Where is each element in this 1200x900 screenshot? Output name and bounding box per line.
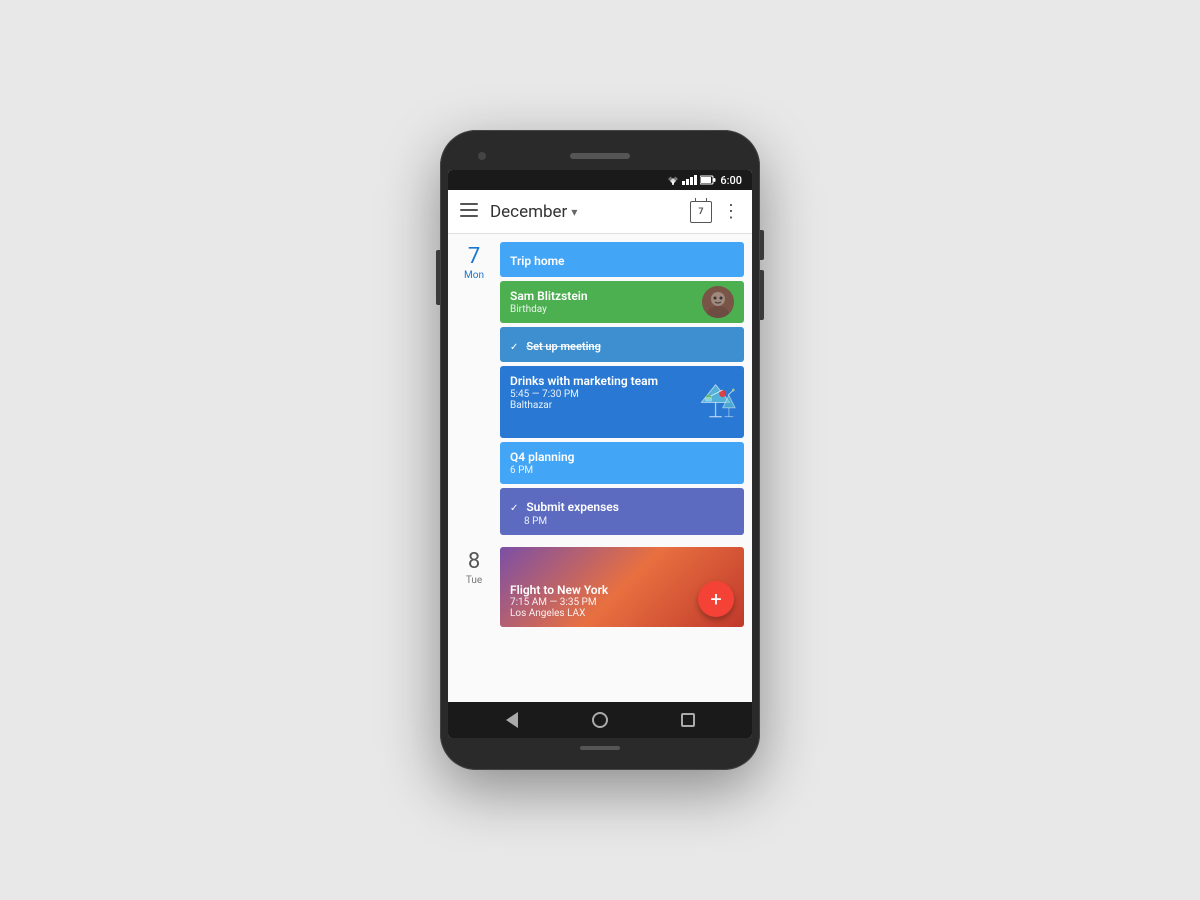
flight-time: 7:15 AM — 3:35 PM — [510, 597, 608, 608]
volume-up-button[interactable] — [760, 230, 764, 260]
event-title: Sam Blitzstein — [510, 289, 694, 303]
event-title: Trip home — [510, 254, 565, 268]
day-7-section: 7 Mon Trip home Sam Blitzstein Birthday — [448, 234, 752, 539]
event-time: 8 PM — [524, 516, 734, 527]
day-8-name: Tue — [466, 575, 482, 586]
phone-bottom-bar — [448, 738, 752, 758]
signal-icon — [682, 175, 697, 185]
wifi-icon — [667, 175, 679, 185]
flight-location: Los Angeles LAX — [510, 608, 608, 619]
hamburger-menu-icon[interactable] — [460, 202, 478, 221]
volume-down-button[interactable] — [760, 270, 764, 320]
event-trip-home[interactable]: Trip home — [500, 242, 744, 277]
month-dropdown-arrow: ▾ — [571, 205, 577, 219]
day-7-number: 7 — [468, 246, 480, 268]
header-icons: 7 ⋮ — [690, 201, 740, 223]
event-time: 6 PM — [510, 465, 734, 476]
more-options-button[interactable]: ⋮ — [722, 201, 740, 222]
event-title: Q4 planning — [510, 450, 734, 464]
bottom-navigation — [448, 702, 752, 738]
flight-card-content: Flight to New York 7:15 AM — 3:35 PM Los… — [500, 575, 618, 627]
user-avatar — [702, 286, 734, 318]
event-set-up-meeting[interactable]: ✓ Set up meeting — [500, 327, 744, 362]
day-8-section: 8 Tue Flight to New York 7:15 AM — 3:35 … — [448, 539, 752, 627]
home-icon — [592, 712, 608, 728]
status-icons — [667, 175, 716, 185]
flight-title: Flight to New York — [510, 583, 608, 597]
camera — [478, 152, 486, 160]
event-title: Submit expenses — [526, 500, 619, 514]
battery-icon — [700, 175, 716, 185]
home-indicator — [580, 746, 620, 750]
month-label: December — [490, 202, 567, 222]
phone-screen: 6:00 December ▾ 7 ⋮ — [448, 170, 752, 738]
fab-label: + — [710, 587, 721, 611]
calendar-content: 7 Mon Trip home Sam Blitzstein Birthday — [448, 234, 752, 702]
phone-device: 6:00 December ▾ 7 ⋮ — [440, 130, 760, 770]
power-button[interactable] — [436, 250, 440, 305]
event-drinks[interactable]: Drinks with marketing team 5:45 — 7:30 P… — [500, 366, 744, 438]
status-time: 6:00 — [720, 174, 742, 187]
month-title[interactable]: December ▾ — [490, 202, 690, 222]
app-header: December ▾ 7 ⋮ — [448, 190, 752, 234]
status-bar: 6:00 — [448, 170, 752, 190]
bottom-spacer — [448, 627, 752, 643]
day-8-number: 8 — [468, 551, 480, 573]
day-8-events: Flight to New York 7:15 AM — 3:35 PM Los… — [500, 547, 744, 627]
today-number: 7 — [698, 207, 703, 217]
today-calendar-button[interactable]: 7 — [690, 201, 712, 223]
event-subtitle: Birthday — [510, 304, 694, 315]
event-title: Set up meeting — [526, 340, 600, 353]
day-7-events: Trip home Sam Blitzstein Birthday — [500, 242, 744, 535]
phone-top-bar — [448, 142, 752, 170]
recents-button[interactable] — [678, 710, 698, 730]
day-8-label: 8 Tue — [456, 547, 492, 627]
back-icon — [506, 712, 518, 728]
event-submit-expenses[interactable]: ✓ Submit expenses 8 PM — [500, 488, 744, 535]
event-q4-planning[interactable]: Q4 planning 6 PM — [500, 442, 744, 484]
home-button[interactable] — [590, 710, 610, 730]
task-icon: ✓ — [510, 503, 518, 514]
day-7-label: 7 Mon — [456, 242, 492, 535]
event-sam-birthday[interactable]: Sam Blitzstein Birthday — [500, 281, 744, 323]
day-7-name: Mon — [464, 270, 484, 281]
back-button[interactable] — [502, 710, 522, 730]
speaker — [570, 153, 630, 159]
task-icon: ✓ — [510, 342, 518, 353]
fab-add-button[interactable]: + — [698, 581, 734, 617]
recents-icon — [681, 713, 695, 727]
cocktail-illustration — [696, 377, 736, 427]
